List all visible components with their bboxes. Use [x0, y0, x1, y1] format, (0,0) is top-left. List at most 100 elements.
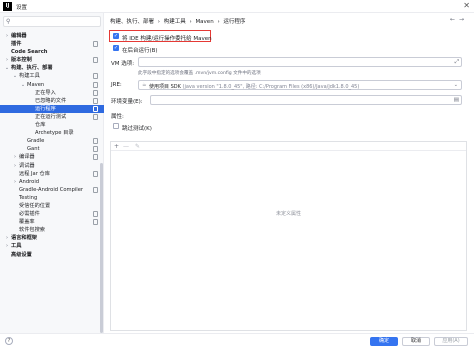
sidebar-item[interactable]: › 工具 — [0, 242, 104, 250]
sidebar-item[interactable]: 插件 — [0, 40, 104, 48]
breadcrumb-item: 构建工具 — [163, 19, 186, 25]
sidebar-item[interactable]: 正在运行测试 — [0, 113, 104, 121]
sidebar-item[interactable]: 远程 Jar 仓库 — [0, 170, 104, 178]
vm-options-input[interactable]: ⤢ — [138, 57, 462, 67]
settings-tree: › 编辑器 插件 Code Search › 版本控制 ⌄ 构建、执行、部署 ⌄ 构建工具 ⌄ Mav… — [0, 32, 104, 259]
sidebar-item[interactable]: 必需插件 — [0, 210, 104, 218]
sidebar-item[interactable]: Gant — [0, 145, 104, 153]
delegate-to-maven-checkbox[interactable]: ✓ — [113, 33, 119, 39]
properties-table: + — ✎ 未定义属性 — [110, 141, 467, 331]
apply-button[interactable]: 应用(A) — [434, 337, 468, 346]
vm-options-hint: 此字段中指定的选项会覆盖 .mvn/jvm.config 文件中的选项 — [138, 71, 261, 76]
sidebar-item-label: 高级设置 — [11, 251, 32, 258]
skip-tests-checkbox[interactable] — [113, 123, 119, 129]
sidebar-item-label: 已忽略的文件 — [35, 97, 67, 104]
sidebar-item-label: Maven — [27, 81, 45, 88]
sidebar-item-label: 受信任的位置 — [19, 202, 51, 209]
skip-tests-label: 跳过测试(K) — [122, 125, 152, 132]
jre-detail: (java version "1.8.0_45", 路径: C:/Program… — [182, 83, 360, 90]
breadcrumb-separator: › — [157, 19, 160, 25]
sidebar-item[interactable]: › 语言和框架 — [0, 234, 104, 242]
env-vars-input[interactable]: ▤ — [150, 95, 462, 105]
chevron-down-icon[interactable]: ⌄ — [20, 81, 26, 89]
sidebar-item[interactable]: › 编辑器 — [0, 32, 104, 40]
edit-env-icon[interactable]: ▤ — [454, 97, 459, 103]
sidebar-item-label: 调试器 — [19, 162, 35, 169]
project-scope-icon — [93, 97, 98, 104]
sidebar-item-label: Code Search — [11, 49, 48, 56]
sidebar-item[interactable]: › 调试器 — [0, 162, 104, 170]
sidebar-item[interactable]: Archetype 目录 — [0, 129, 104, 137]
title-bar: IJ 设置 ✕ — [0, 0, 474, 13]
chevron-right-icon[interactable]: › — [4, 32, 10, 40]
sidebar-item[interactable]: 高级设置 — [0, 251, 104, 259]
sidebar-item[interactable]: › Android — [0, 178, 104, 186]
chevron-right-icon[interactable]: › — [4, 56, 10, 64]
project-scope-icon — [93, 105, 98, 112]
sidebar-item-label: 仓库 — [35, 122, 46, 129]
sidebar-item[interactable]: › 编译器 — [0, 153, 104, 161]
sdk-icon: ☕ — [142, 82, 147, 88]
sidebar-item[interactable]: ⌄ Maven — [0, 81, 104, 89]
chevron-down-icon: ⌄ — [453, 82, 458, 88]
project-scope-icon — [93, 41, 98, 48]
sidebar-item[interactable]: 仓库 — [0, 121, 104, 129]
breadcrumb-item: 构建、执行、部署 — [110, 19, 155, 25]
chevron-right-icon[interactable]: › — [12, 178, 18, 186]
jre-select[interactable]: ☕ 使用项目 SDK (java version "1.8.0_45", 路径:… — [138, 80, 462, 90]
settings-search-input[interactable]: ⚲ — [3, 16, 101, 27]
sidebar-item[interactable]: Testing — [0, 194, 104, 202]
chevron-right-icon[interactable]: › — [4, 242, 10, 250]
edit-icon[interactable]: ✎ — [135, 142, 140, 151]
sidebar-item-label: 版本控制 — [11, 57, 32, 64]
sidebar-item[interactable]: 运行程序 — [0, 104, 104, 113]
vm-options-label: VM 选项: — [111, 61, 135, 67]
chevron-right-icon[interactable]: › — [12, 153, 18, 161]
expand-icon[interactable]: ⤢ — [455, 59, 459, 66]
sidebar-item[interactable]: ⌄ 构建工具 — [0, 72, 104, 80]
settings-content: 构建、执行、部署 › 构建工具 › Maven › 运行程序 ←→ ✓ 将 ID… — [105, 13, 474, 333]
project-scope-icon — [93, 138, 98, 145]
sidebar-item-label: 构建工具 — [19, 73, 40, 80]
chevron-right-icon[interactable]: › — [12, 162, 18, 170]
sidebar-item[interactable]: 软件包搜索 — [0, 226, 104, 234]
sidebar-item-label: 运行程序 — [35, 105, 56, 112]
breadcrumb-item: Maven — [195, 19, 214, 25]
project-scope-icon — [93, 154, 98, 161]
project-scope-icon — [93, 146, 98, 153]
sidebar-item[interactable]: 受信任的位置 — [0, 202, 104, 210]
cancel-button[interactable]: 取消 — [402, 337, 430, 346]
ok-button[interactable]: 确定 — [370, 337, 398, 346]
breadcrumb-item: 运行程序 — [223, 19, 246, 25]
sidebar-item[interactable]: 覆盖率 — [0, 218, 104, 226]
sidebar-item[interactable]: Code Search — [0, 48, 104, 56]
run-in-background-checkbox[interactable]: ✓ — [113, 45, 119, 51]
sidebar-item-label: 必需插件 — [19, 211, 40, 218]
chevron-down-icon[interactable]: ⌄ — [12, 72, 18, 80]
sidebar-item[interactable]: ⌄ 构建、执行、部署 — [0, 64, 104, 72]
sidebar-item[interactable]: 正在导入 — [0, 89, 104, 97]
forward-arrow-icon[interactable]: → — [459, 16, 468, 23]
run-in-background-label: 在后台运行(B) — [122, 47, 158, 54]
sidebar-item[interactable]: Gradle-Android Compiler — [0, 186, 104, 194]
sidebar-item-label: 覆盖率 — [19, 219, 35, 226]
project-scope-icon — [93, 73, 98, 80]
sidebar-item[interactable]: › 版本控制 — [0, 56, 104, 64]
help-icon[interactable]: ? — [5, 337, 13, 345]
sidebar-item-label: Gradle-Android Compiler — [19, 186, 84, 193]
sidebar-item[interactable]: 已忽略的文件 — [0, 97, 104, 105]
sidebar-item[interactable]: Gradle — [0, 137, 104, 145]
remove-icon[interactable]: — — [123, 142, 129, 151]
sidebar-item-label: 远程 Jar 仓库 — [19, 170, 50, 177]
env-vars-label: 环境变量(E): — [111, 99, 143, 105]
back-arrow-icon[interactable]: ← — [450, 16, 459, 23]
chevron-down-icon[interactable]: ⌄ — [4, 64, 10, 72]
settings-sidebar: ⚲ › 编辑器 插件 Code Search › 版本控制 ⌄ 构建、执行、部署 ⌄ 构建工具 ⌄ M… — [0, 13, 104, 348]
sidebar-item-label: 正在导入 — [35, 89, 56, 96]
close-icon[interactable]: ✕ — [463, 2, 470, 10]
sidebar-item-label: 编译器 — [19, 154, 35, 161]
history-nav: ←→ — [450, 16, 468, 23]
add-icon[interactable]: + — [114, 142, 119, 151]
sidebar-scrollbar[interactable] — [100, 163, 103, 333]
chevron-right-icon[interactable]: › — [4, 234, 10, 242]
